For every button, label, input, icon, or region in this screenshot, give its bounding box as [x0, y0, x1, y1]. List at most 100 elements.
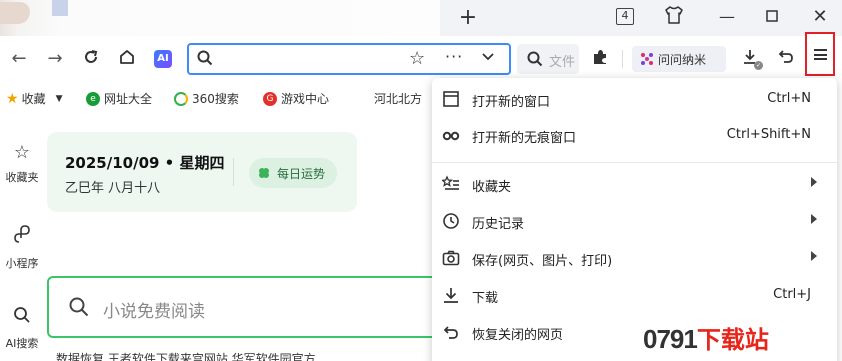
search-icon: [0, 306, 44, 329]
menu-item-label: 下载: [472, 291, 499, 306]
bookmark-favorites[interactable]: ★ 收藏 ▼: [6, 90, 63, 107]
date-card: 2025/10/09 • 星期四 乙巳年 八月十八 每日运势: [47, 132, 357, 212]
bookmark-label: 游戏中心: [281, 92, 330, 106]
lunar-date-text: 乙巳年 八月十八: [65, 181, 161, 196]
menu-item-label: 打开新的窗口: [472, 95, 551, 110]
chevron-down-icon[interactable]: [481, 49, 495, 67]
search-box-placeholder: 文件: [549, 55, 576, 70]
main-search-box[interactable]: 小说免费阅读: [47, 276, 467, 338]
ask-nano-button[interactable]: 问问纳米: [632, 46, 726, 72]
card-divider: [233, 158, 234, 186]
rail-label: 小程序: [5, 257, 39, 270]
search-icon: [527, 51, 543, 71]
menu-item-history[interactable]: 历史记录: [432, 204, 837, 238]
menu-item-shortcut: Ctrl+Shift+N: [726, 127, 811, 142]
main-menu-dropdown: 打开新的窗口 Ctrl+N 打开新的无痕窗口 Ctrl+Shift+N 收藏夹 …: [432, 78, 837, 361]
news-strip[interactable]: 数据恢复 王者软件下载来宫网站 华军软件园官方: [56, 350, 316, 361]
forward-arrow-icon[interactable]: →: [44, 48, 66, 70]
address-bar[interactable]: ☆ ···: [187, 43, 511, 75]
search-icon: [69, 297, 89, 321]
bookmark-label: 河北北方: [374, 92, 423, 106]
bookmark-hebei-north[interactable]: 河北北方: [374, 90, 422, 107]
star-outline-icon: ☆: [13, 142, 31, 163]
search-icon: [197, 50, 213, 70]
tab-bar: + 4 — ✕: [0, 0, 842, 36]
menu-item-restore-closed[interactable]: 恢复关闭的网页: [432, 315, 837, 349]
menu-item-shortcut: Ctrl+J: [773, 287, 811, 302]
main-menu-button[interactable]: [805, 32, 835, 76]
window-icon: [442, 90, 460, 108]
game-icon: G: [263, 91, 277, 106]
hamburger-icon: [814, 49, 827, 60]
watermark-number: 0791: [643, 324, 698, 354]
daily-fortune-label: 每日运势: [277, 167, 326, 181]
back-arrow-icon[interactable]: ←: [8, 48, 30, 70]
menu-item-new-window[interactable]: 打开新的窗口 Ctrl+N: [432, 82, 837, 116]
watermark-text: 下载站: [696, 326, 769, 354]
bookmark-web-directory[interactable]: e 网址大全: [86, 90, 152, 107]
menu-item-downloads[interactable]: 下载 Ctrl+J: [432, 278, 837, 312]
incognito-icon: [442, 126, 460, 144]
rail-favorites[interactable]: ☆ 收藏夹: [0, 143, 44, 185]
submenu-arrow-icon: [811, 251, 817, 261]
history-icon: [442, 212, 460, 230]
daily-fortune-button[interactable]: 每日运势: [249, 158, 337, 188]
toolbar-divider: [622, 50, 623, 68]
date-text: 2025/10/09 • 星期四: [65, 154, 225, 172]
rail-ai-search[interactable]: AI搜索: [0, 306, 44, 351]
bookmark-label: 360搜索: [192, 92, 239, 106]
caret-down-icon[interactable]: ▼: [56, 94, 63, 104]
ask-nano-label: 问问纳米: [658, 53, 707, 67]
home-icon[interactable]: [116, 48, 138, 70]
site-watermark: 0791下载站: [643, 320, 769, 355]
globe-icon: e: [86, 91, 100, 106]
download-icon: [442, 286, 460, 304]
menu-item-label: 恢复关闭的网页: [472, 328, 564, 343]
bookmark-star-icon[interactable]: ☆: [409, 48, 425, 69]
restore-icon: [442, 323, 460, 341]
main-search-placeholder: 小说免费阅读: [103, 302, 205, 322]
bookmark-game-center[interactable]: G 游戏中心: [263, 90, 329, 107]
more-dots-icon[interactable]: ···: [445, 47, 463, 66]
skin-shirt-icon[interactable]: [660, 6, 688, 28]
tab-thumbnail: [52, 0, 68, 16]
star-icon: ★: [6, 90, 19, 107]
submenu-arrow-icon: [811, 177, 817, 187]
menu-divider: [432, 162, 837, 163]
camera-icon: [442, 249, 460, 267]
submenu-arrow-icon: [811, 214, 817, 224]
menu-item-new-incognito-window[interactable]: 打开新的无痕窗口 Ctrl+Shift+N: [432, 118, 837, 152]
download-icon[interactable]: ✓: [740, 48, 763, 70]
nano-logo-icon: [640, 52, 654, 66]
menu-item-label: 历史记录: [472, 217, 525, 232]
undo-close-icon[interactable]: [775, 47, 797, 69]
rail-label: 收藏夹: [5, 171, 39, 184]
tab-favicon: [0, 2, 30, 24]
toolbar: ← → AI ☆ ··· 文件 问问纳米 ✓: [0, 36, 842, 84]
close-button[interactable]: ✕: [808, 6, 832, 28]
ai-assistant-button[interactable]: AI: [154, 50, 172, 68]
new-tab-button[interactable]: +: [455, 6, 481, 30]
maximize-button[interactable]: [760, 6, 784, 28]
menu-item-label: 保存(网页、图片、打印): [472, 254, 613, 269]
rail-label: AI搜索: [5, 337, 39, 350]
search360-icon: [174, 91, 188, 106]
download-status-dot: ✓: [754, 61, 763, 70]
menu-item-label: 打开新的无痕窗口: [472, 131, 577, 146]
menu-item-favorites[interactable]: 收藏夹: [432, 167, 837, 201]
menu-item-save[interactable]: 保存(网页、图片、打印): [432, 241, 837, 275]
favorites-list-icon: [440, 175, 460, 193]
extensions-puzzle-icon[interactable]: [590, 48, 610, 68]
minimize-button[interactable]: —: [715, 6, 739, 28]
bookmark-label: 收藏: [21, 92, 46, 106]
menu-item-shortcut: Ctrl+N: [767, 91, 811, 106]
search-box[interactable]: 文件: [517, 44, 579, 74]
clover-icon: [257, 166, 271, 180]
bookmark-360-search[interactable]: 360搜索: [174, 90, 239, 107]
refresh-icon[interactable]: [80, 48, 102, 70]
rail-mini-programs[interactable]: 小程序: [0, 224, 44, 271]
menu-item-label: 收藏夹: [472, 180, 512, 195]
active-tab[interactable]: [0, 0, 440, 36]
miniapp-icon: [0, 224, 44, 249]
tab-count-button[interactable]: 4: [616, 8, 634, 25]
